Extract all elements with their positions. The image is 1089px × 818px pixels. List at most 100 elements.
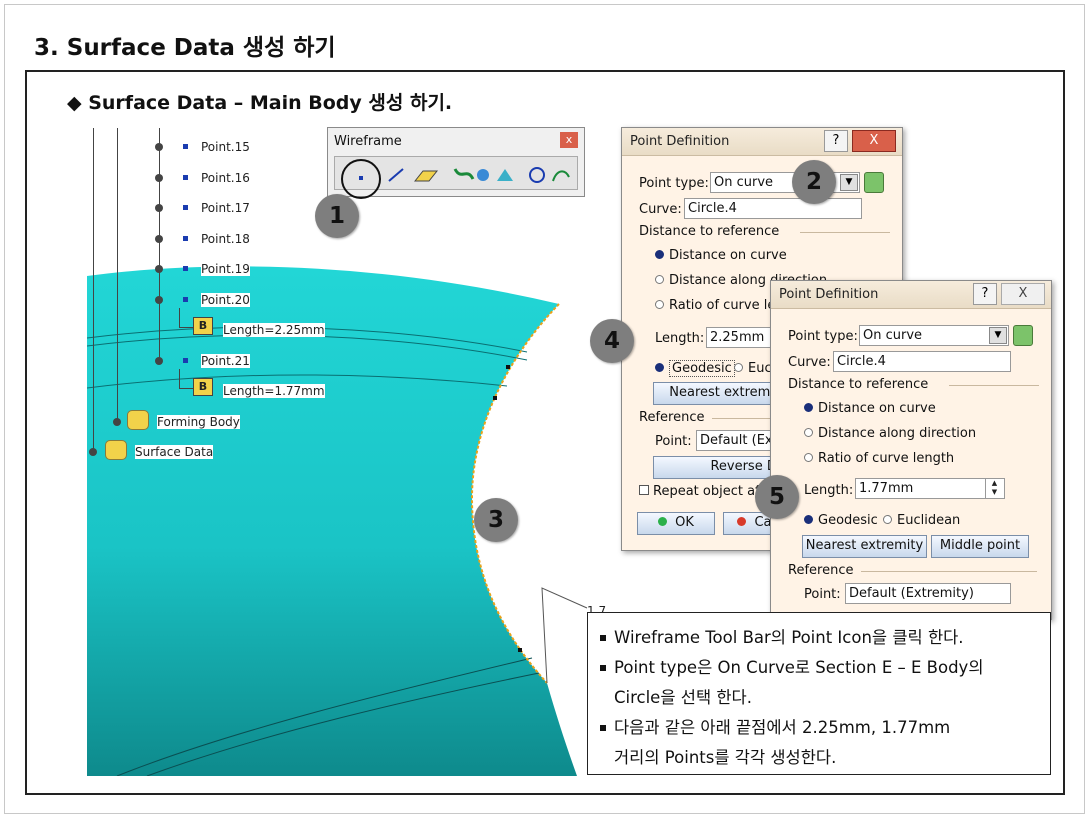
radio-ratio-of-curve-length[interactable]: Ratio of curve length xyxy=(804,451,954,466)
tree-item-point-17[interactable]: Point.17 xyxy=(201,201,250,215)
chevron-down-icon[interactable]: ▼ xyxy=(989,327,1007,344)
body-icon xyxy=(127,410,149,430)
reference-header: Reference xyxy=(788,563,854,578)
tree-expander[interactable] xyxy=(155,235,163,243)
nearest-extremity-button[interactable]: Nearest extremity xyxy=(802,535,927,558)
close-button[interactable]: X xyxy=(1001,283,1045,305)
geometry-icon: B xyxy=(193,378,213,396)
help-button[interactable]: ? xyxy=(824,130,848,152)
radio-geodesic[interactable]: Geodesic xyxy=(804,513,878,528)
point-icon xyxy=(183,236,188,241)
point-type-label: Point type: xyxy=(639,176,709,191)
tree-item-point-19[interactable]: Point.19 xyxy=(201,262,250,276)
tree-line xyxy=(179,369,180,389)
length-field[interactable]: 1.77mm xyxy=(855,478,1005,499)
stack-icon[interactable] xyxy=(864,172,884,193)
point-type-label: Point type: xyxy=(788,329,858,344)
dialog-titlebar: Point Definition ? X xyxy=(622,128,902,156)
point-icon xyxy=(183,144,188,149)
tree-collapser[interactable] xyxy=(155,296,163,304)
curve-field[interactable]: Circle.4 xyxy=(833,351,1011,372)
tree-expander[interactable] xyxy=(155,174,163,182)
tree-expander[interactable] xyxy=(155,143,163,151)
radio-distance-along-direction[interactable]: Distance along direction xyxy=(804,426,976,441)
dialog-title: Point Definition xyxy=(779,287,879,302)
toolbar-icons xyxy=(334,156,578,199)
tree-line xyxy=(179,388,193,389)
ok-button[interactable]: OK xyxy=(637,512,715,535)
point-icon xyxy=(183,266,188,271)
step-marker-2: 2 xyxy=(792,160,836,204)
step-marker-4: 4 xyxy=(590,319,634,363)
curve-label: Curve: xyxy=(788,355,831,370)
page-title: 3. Surface Data 생성 하기 xyxy=(34,35,336,61)
distance-header: Distance to reference xyxy=(788,377,929,392)
dialog-title: Point Definition xyxy=(630,134,730,149)
length-label: Length: xyxy=(804,483,854,498)
tree-expander[interactable] xyxy=(155,204,163,212)
tree-item-surface-data[interactable]: Surface Data xyxy=(135,445,214,459)
step-marker-1: 1 xyxy=(315,194,359,238)
wireframe-toolbar: Wireframe x xyxy=(327,127,585,199)
radio-distance-on-curve[interactable]: Distance on curve xyxy=(804,401,936,416)
tree-collapser[interactable] xyxy=(155,357,163,365)
toolbar-icon-row xyxy=(388,167,570,183)
tree-item-length-2[interactable]: Length=1.77mm xyxy=(223,384,325,398)
tree-item-length-1[interactable]: Length=2.25mm xyxy=(223,323,325,337)
point-icon-button[interactable] xyxy=(341,159,381,199)
point-icon xyxy=(183,205,188,210)
dialog-titlebar: Point Definition ? X xyxy=(771,281,1051,309)
section-subtitle: ◆ Surface Data – Main Body 생성 하기. xyxy=(67,92,453,114)
tree-line xyxy=(93,128,94,450)
tree-item-point-21[interactable]: Point.21 xyxy=(201,354,250,368)
close-button[interactable]: X xyxy=(852,130,896,152)
note-item-continued: 거리의 Points를 각각 생성한다. xyxy=(614,748,837,767)
point-icon xyxy=(183,175,188,180)
step-marker-3: 3 xyxy=(474,498,518,542)
step-marker-5: 5 xyxy=(755,475,799,519)
content-frame: ◆ Surface Data – Main Body 생성 하기. 1.77 G xyxy=(25,70,1065,795)
radio-euclidean[interactable]: Euclidean xyxy=(883,513,960,528)
tree-line xyxy=(117,128,118,420)
radio-distance-on-curve[interactable]: Distance on curve xyxy=(655,248,787,263)
geometry-icon: B xyxy=(193,317,213,335)
tree-line xyxy=(179,327,193,328)
toolbar-title: Wireframe xyxy=(334,134,402,149)
tree-expander[interactable] xyxy=(155,265,163,273)
stack-icon[interactable] xyxy=(1013,325,1033,346)
tree-expander[interactable] xyxy=(89,448,97,456)
tree-item-forming-body[interactable]: Forming Body xyxy=(157,415,240,429)
point-label: Point: xyxy=(655,434,692,449)
tree-expander[interactable] xyxy=(113,418,121,426)
point-type-select[interactable]: On curve xyxy=(859,325,1009,346)
instruction-notes: Wireframe Tool Bar의 Point Icon을 클릭 한다. P… xyxy=(587,612,1051,775)
reference-point-field[interactable]: Default (Extremity) xyxy=(845,583,1011,604)
curve-label: Curve: xyxy=(639,202,682,217)
note-item: Point type은 On Curve로 Section E – E Body… xyxy=(600,653,1038,683)
radio-geodesic[interactable]: Geodesic xyxy=(655,360,735,377)
close-button[interactable]: x xyxy=(560,132,578,148)
distance-header: Distance to reference xyxy=(639,224,780,239)
length-label: Length: xyxy=(655,331,705,346)
point-icon xyxy=(183,358,188,363)
tree-item-point-16[interactable]: Point.16 xyxy=(201,171,250,185)
reference-header: Reference xyxy=(639,410,705,425)
note-item: 다음과 같은 아래 끝점에서 2.25mm, 1.77mm xyxy=(600,713,1038,743)
tree-item-point-18[interactable]: Point.18 xyxy=(201,232,250,246)
point-definition-dialog-2: Point Definition ? X Point type: On curv… xyxy=(770,280,1052,620)
tree-item-point-15[interactable]: Point.15 xyxy=(201,140,250,154)
note-item: Wireframe Tool Bar의 Point Icon을 클릭 한다. xyxy=(600,623,1038,653)
help-button[interactable]: ? xyxy=(973,283,997,305)
note-item-continued: Circle을 선택 한다. xyxy=(614,688,752,707)
point-label: Point: xyxy=(804,587,841,602)
tree-item-point-20[interactable]: Point.20 xyxy=(201,293,250,307)
length-spinner[interactable]: ▲ ▼ xyxy=(985,479,1003,498)
tree-line xyxy=(179,308,180,328)
point-icon xyxy=(183,297,188,302)
body-icon xyxy=(105,440,127,460)
tree-line xyxy=(159,128,160,358)
middle-point-button[interactable]: Middle point xyxy=(931,535,1029,558)
chevron-down-icon[interactable]: ▼ xyxy=(840,174,858,191)
curve-field[interactable]: Circle.4 xyxy=(684,198,862,219)
point-type-select[interactable]: On curve xyxy=(710,172,860,193)
